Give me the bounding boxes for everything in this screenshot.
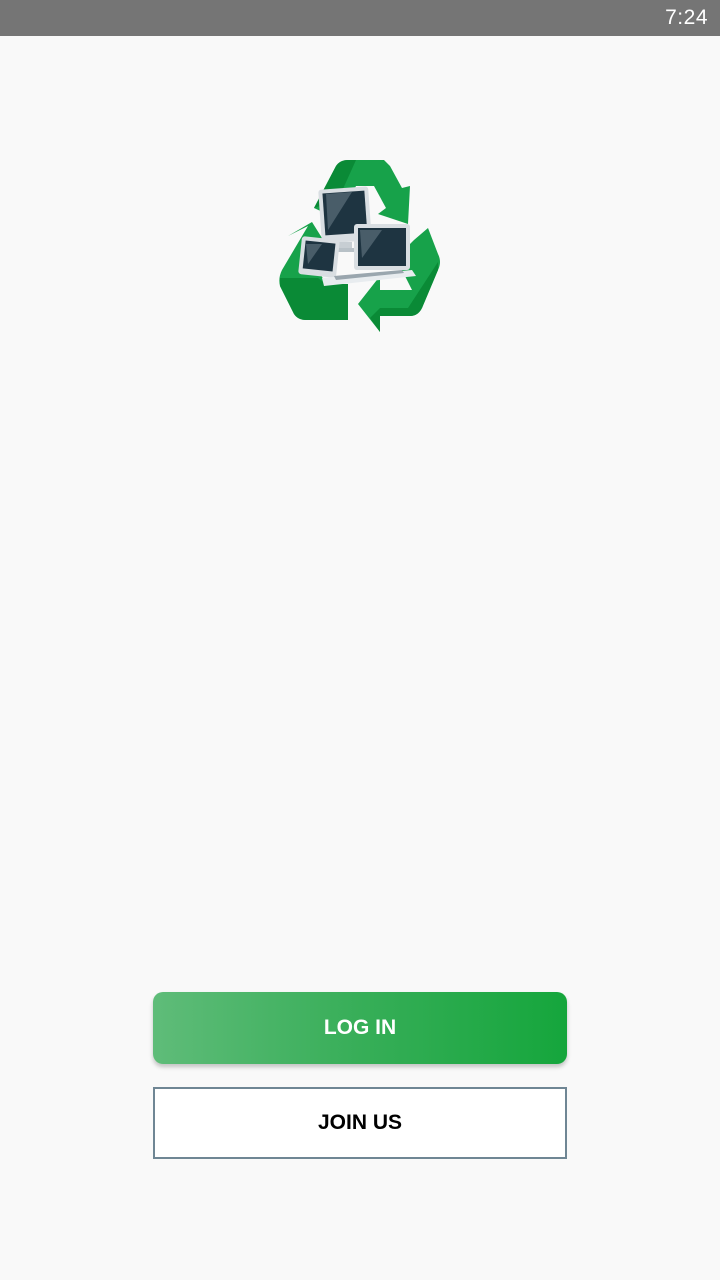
status-bar: 7:24 [0, 0, 720, 36]
login-button-label: LOG IN [323, 1016, 397, 1039]
recycle-devices-icon [279, 160, 440, 332]
login-button[interactable]: LOG IN [153, 992, 567, 1064]
app-logo [278, 158, 442, 334]
join-us-button-label: JOIN US [317, 1111, 403, 1134]
status-time: 7:24 [665, 6, 708, 29]
join-us-button[interactable]: JOIN US [153, 1087, 567, 1159]
welcome-screen: 7:24 LOG IN JOIN US [0, 0, 720, 1280]
